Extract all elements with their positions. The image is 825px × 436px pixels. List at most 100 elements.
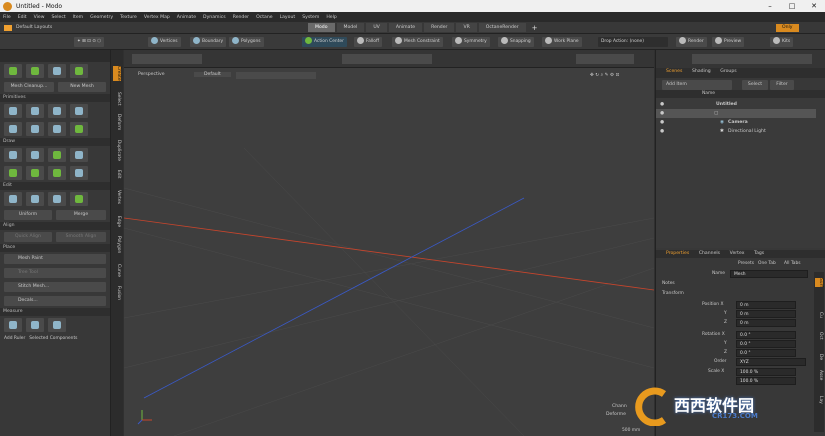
side-tab-de[interactable]: De bbox=[815, 354, 823, 360]
kits-button[interactable]: Kits bbox=[770, 37, 794, 47]
order-select[interactable]: XYZ bbox=[736, 358, 806, 366]
tool-palette-icons[interactable] bbox=[0, 50, 110, 62]
sphere-icon[interactable] bbox=[26, 104, 44, 118]
vtab-curve[interactable]: Curve bbox=[113, 264, 121, 277]
rotation-x-field[interactable]: 0.0 ° bbox=[736, 331, 796, 339]
preview-button[interactable]: Preview bbox=[712, 37, 745, 47]
bounding-box-icon[interactable] bbox=[48, 318, 66, 332]
vtab-vertex[interactable]: Vertex bbox=[113, 190, 121, 204]
menu-select[interactable]: Select bbox=[52, 15, 66, 20]
menu-view[interactable]: View bbox=[34, 15, 45, 20]
viewport-nav-icons[interactable]: ✥ ↻ ⌕ ✎ ⚙ ⊡ bbox=[590, 72, 619, 78]
tab-animate[interactable]: Animate bbox=[388, 23, 423, 32]
text-primitive-icon[interactable] bbox=[70, 122, 88, 136]
tree-tool-button[interactable]: Tree Tool bbox=[4, 268, 106, 278]
uniform-button[interactable]: Uniform bbox=[4, 210, 52, 220]
transform-section[interactable]: Transform bbox=[662, 290, 684, 298]
bezier-icon[interactable] bbox=[48, 166, 66, 180]
minimize-button[interactable]: – bbox=[760, 0, 780, 12]
notes-section[interactable]: Notes bbox=[662, 280, 675, 288]
tab-shading[interactable]: Shading bbox=[688, 68, 715, 75]
pen-tool-icon[interactable] bbox=[4, 64, 22, 78]
side-tab-asse[interactable]: Asse bbox=[815, 370, 823, 380]
menu-edit[interactable]: Edit bbox=[18, 15, 27, 20]
render-button[interactable]: Render bbox=[676, 37, 707, 47]
scale-x-field[interactable]: 100.0 % bbox=[736, 368, 796, 376]
scale-y-field[interactable]: 100.0 % bbox=[736, 377, 796, 385]
rotation-z-field[interactable]: 0.0 ° bbox=[736, 349, 796, 357]
tab-groups[interactable]: Groups bbox=[716, 68, 740, 75]
boundary-button[interactable]: Boundary bbox=[190, 37, 227, 47]
position-z-field[interactable]: 0 m bbox=[736, 319, 796, 327]
visibility-eye-icon[interactable]: ● bbox=[660, 109, 664, 118]
capsule-icon[interactable] bbox=[4, 122, 22, 136]
tab-uv[interactable]: UV bbox=[366, 23, 387, 32]
spline-icon[interactable] bbox=[26, 166, 44, 180]
side-tab-oct[interactable]: Oct bbox=[815, 332, 823, 340]
menu-file[interactable]: File bbox=[3, 15, 11, 20]
stitch-mesh-button[interactable]: Stitch Mesh... bbox=[4, 282, 106, 292]
close-button[interactable]: ✕ bbox=[804, 0, 824, 12]
cylinder-icon[interactable] bbox=[48, 104, 66, 118]
cone-icon[interactable] bbox=[70, 104, 88, 118]
vtab-select[interactable]: Select bbox=[113, 92, 121, 106]
vtab-deform[interactable]: Deform bbox=[113, 114, 121, 130]
edit-section[interactable]: Edit bbox=[0, 182, 110, 190]
position-y-field[interactable]: 0 m bbox=[736, 310, 796, 318]
mesh-paint-button[interactable]: Mesh Paint bbox=[4, 254, 106, 264]
polygons-button[interactable]: Polygons bbox=[229, 37, 264, 47]
toroid-icon[interactable] bbox=[48, 122, 66, 136]
3d-viewport[interactable]: Chann Deforme 500 mm bbox=[124, 68, 654, 436]
view-tools-right[interactable] bbox=[576, 54, 634, 64]
tab-scenes[interactable]: Scenes bbox=[662, 68, 686, 75]
extrude-tool-icon[interactable] bbox=[70, 64, 88, 78]
falloff-button[interactable]: Falloff bbox=[354, 37, 382, 47]
decals-button[interactable]: Decals... bbox=[4, 296, 106, 306]
menu-geometry[interactable]: Geometry bbox=[90, 15, 113, 20]
tab-tags[interactable]: Tags bbox=[750, 250, 768, 257]
action-center-button[interactable]: Action Center bbox=[302, 37, 347, 47]
select-through-tools[interactable]: ✦ ⊞ ⊡ ⊙ ⬡ bbox=[74, 37, 105, 47]
sphere-tool-icon[interactable] bbox=[48, 64, 66, 78]
transform-icon[interactable] bbox=[70, 192, 88, 206]
side-tab-cu[interactable]: Cu bbox=[815, 312, 823, 318]
menu-render[interactable]: Render bbox=[233, 15, 249, 20]
add-tab-button[interactable]: + bbox=[532, 24, 538, 32]
vtab-create[interactable]: Create bbox=[113, 66, 121, 81]
menu-vertex-map[interactable]: Vertex Map bbox=[144, 15, 170, 20]
position-x-field[interactable]: 0 m bbox=[736, 301, 796, 309]
presets-button[interactable]: Presets bbox=[738, 260, 754, 268]
visibility-eye-icon[interactable]: ● bbox=[660, 127, 664, 136]
rotate-icon[interactable] bbox=[48, 192, 66, 206]
sketch-icon[interactable] bbox=[48, 148, 66, 162]
pen-icon[interactable] bbox=[4, 148, 22, 162]
side-tab-lay[interactable]: Lay bbox=[815, 396, 823, 404]
tab-model[interactable]: Model bbox=[336, 23, 365, 32]
add-ruler-button[interactable]: Add Ruler bbox=[4, 336, 25, 341]
shading-select[interactable]: Default bbox=[194, 72, 231, 77]
sculpt-icon[interactable] bbox=[70, 166, 88, 180]
bevel-tool-icon[interactable] bbox=[26, 64, 44, 78]
name-field[interactable]: Mesh bbox=[730, 270, 808, 278]
layout-selector[interactable]: Default Layouts bbox=[16, 25, 306, 30]
measure-icon[interactable] bbox=[26, 318, 44, 332]
cube-icon[interactable] bbox=[4, 104, 22, 118]
plane-icon[interactable] bbox=[26, 148, 44, 162]
measure-section[interactable]: Measure bbox=[0, 308, 110, 316]
merge-button[interactable]: Merge bbox=[56, 210, 106, 220]
scene-select-button[interactable]: Select bbox=[742, 80, 768, 90]
vtab-polygon[interactable]: Polygon bbox=[113, 236, 121, 253]
tree-row-camera[interactable]: ● ◉ Camera bbox=[656, 118, 816, 127]
side-tab-surf[interactable]: Surf bbox=[815, 278, 823, 287]
drop-action-select[interactable]: Drop Action: (none) bbox=[598, 37, 668, 47]
tree-row-light[interactable]: ● ✱ Directional Light bbox=[656, 127, 816, 136]
right-toolbar-icons[interactable] bbox=[692, 54, 812, 64]
menu-octane[interactable]: Octane bbox=[256, 15, 273, 20]
tube-icon[interactable] bbox=[70, 148, 88, 162]
tree-row-mesh[interactable]: ● ▢ bbox=[656, 109, 816, 118]
view-tools-left[interactable] bbox=[132, 54, 202, 64]
menu-item[interactable]: Item bbox=[73, 15, 83, 20]
add-item-button[interactable]: Add Item bbox=[662, 80, 732, 90]
place-section[interactable]: Place bbox=[0, 244, 110, 252]
symmetry-button[interactable]: Symmetry bbox=[452, 37, 490, 47]
